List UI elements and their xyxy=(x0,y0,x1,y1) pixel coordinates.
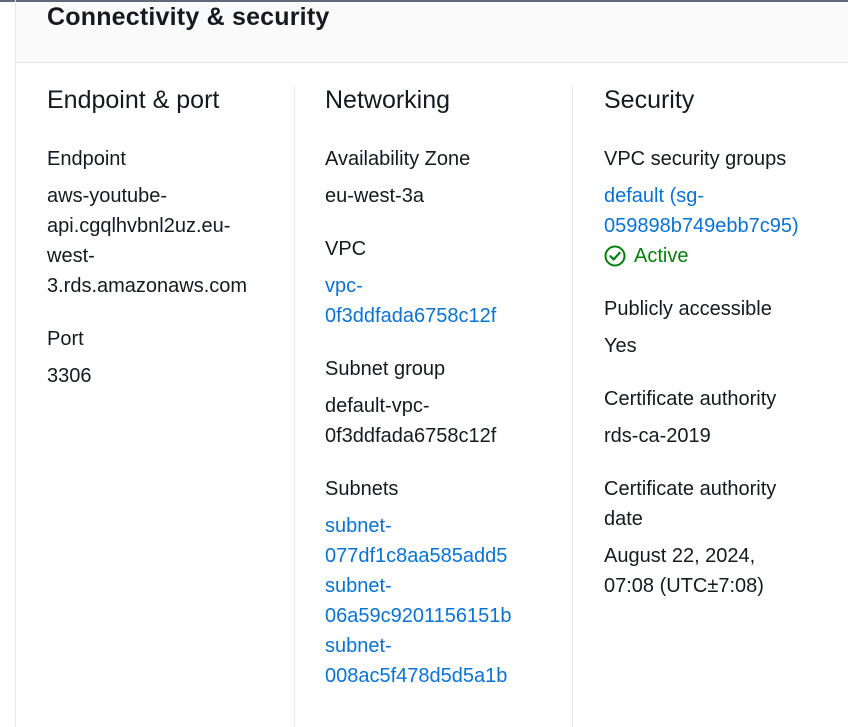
panel-left-border xyxy=(15,0,16,727)
certificate-authority-label: Certificate authority xyxy=(604,388,777,410)
security-groups-field: VPC security groups default (sg- 059898b… xyxy=(604,144,844,271)
certificate-authority-date-value-line: 07:08 (UTC±7:08) xyxy=(604,575,764,597)
certificate-authority-date-value-line: August 22, 2024, xyxy=(604,545,756,567)
certificate-authority-field: Certificate authority rds-ca-2019 xyxy=(604,384,844,451)
port-value: 3306 xyxy=(47,365,92,387)
subnet-link-line: 06a59c9201156151b xyxy=(325,605,512,627)
panel-title: Connectivity & security xyxy=(47,3,330,31)
certificate-authority-date-field: Certificate authority date August 22, 20… xyxy=(604,474,844,601)
certificate-authority-date-label: Certificate authority date xyxy=(604,474,844,534)
endpoint-label: Endpoint xyxy=(47,148,126,170)
endpoint-port-title: Endpoint & port xyxy=(47,86,220,114)
networking-column: Networking Availability Zone eu-west-3a … xyxy=(325,84,575,714)
rds-connectivity-page: Connectivity & security Endpoint & port … xyxy=(0,0,848,727)
availability-zone-field: Availability Zone eu-west-3a xyxy=(325,144,575,211)
security-group-link[interactable]: default (sg- 059898b749ebb7c95) xyxy=(604,181,844,241)
subnet-group-value: default-vpc- 0f3ddfada6758c12f xyxy=(325,391,575,451)
security-group-status: Active xyxy=(604,241,844,271)
security-title: Security xyxy=(604,86,695,114)
endpoint-value-line: west- xyxy=(47,245,95,267)
endpoint-field: Endpoint aws-youtube- api.cgqlhvbnl2uz.e… xyxy=(47,144,297,301)
status-text: Active xyxy=(634,245,689,267)
endpoint-value-line: aws-youtube- xyxy=(47,185,168,207)
status-positive-icon xyxy=(604,245,626,267)
subnet-link-line: 008ac5f478d5d5a1b xyxy=(325,665,508,687)
port-label: Port xyxy=(47,328,84,350)
availability-zone-value: eu-west-3a xyxy=(325,185,424,207)
vpc-link-line: vpc- xyxy=(325,275,363,297)
vpc-label: VPC xyxy=(325,238,367,260)
certificate-authority-date-label-line: date xyxy=(604,508,643,530)
certificate-authority-value: rds-ca-2019 xyxy=(604,425,711,447)
subnet-group-label: Subnet group xyxy=(325,358,446,380)
certificate-authority-date-value: August 22, 2024, 07:08 (UTC±7:08) xyxy=(604,541,844,601)
security-group-link-line: 059898b749ebb7c95) xyxy=(604,215,799,237)
subnets-label: Subnets xyxy=(325,478,399,500)
subnet-link[interactable]: subnet- 077df1c8aa585add5 xyxy=(325,511,575,571)
subnet-link[interactable]: subnet- 008ac5f478d5d5a1b xyxy=(325,631,575,691)
subnet-link-line: subnet- xyxy=(325,575,392,597)
vpc-field: VPC vpc- 0f3ddfada6758c12f xyxy=(325,234,575,331)
security-groups-label: VPC security groups xyxy=(604,148,787,170)
subnets-field: Subnets subnet- 077df1c8aa585add5 subnet… xyxy=(325,474,575,691)
endpoint-port-column: Endpoint & port Endpoint aws-youtube- ap… xyxy=(47,84,297,414)
endpoint-value-line: 3.rds.amazonaws.com xyxy=(47,275,248,297)
subnet-group-field: Subnet group default-vpc- 0f3ddfada6758c… xyxy=(325,354,575,451)
subnet-link-line: subnet- xyxy=(325,515,392,537)
vpc-link[interactable]: vpc- 0f3ddfada6758c12f xyxy=(325,271,575,331)
vpc-link-line: 0f3ddfada6758c12f xyxy=(325,305,497,327)
security-column: Security VPC security groups default (sg… xyxy=(604,84,844,624)
endpoint-value: aws-youtube- api.cgqlhvbnl2uz.eu- west- … xyxy=(47,181,297,301)
publicly-accessible-label: Publicly accessible xyxy=(604,298,772,320)
certificate-authority-date-label-line: Certificate authority xyxy=(604,478,777,500)
availability-zone-label: Availability Zone xyxy=(325,148,471,170)
subnet-link[interactable]: subnet- 06a59c9201156151b xyxy=(325,571,575,631)
publicly-accessible-value: Yes xyxy=(604,335,637,357)
subnet-link-line: 077df1c8aa585add5 xyxy=(325,545,508,567)
subnet-group-value-line: 0f3ddfada6758c12f xyxy=(325,425,497,447)
networking-title: Networking xyxy=(325,86,451,114)
publicly-accessible-field: Publicly accessible Yes xyxy=(604,294,844,361)
subnet-link-line: subnet- xyxy=(325,635,392,657)
subnet-group-value-line: default-vpc- xyxy=(325,395,430,417)
endpoint-value-line: api.cgqlhvbnl2uz.eu- xyxy=(47,215,231,237)
panel-header: Connectivity & security xyxy=(16,2,848,63)
port-field: Port 3306 xyxy=(47,324,297,391)
security-group-link-line: default (sg- xyxy=(604,185,705,207)
